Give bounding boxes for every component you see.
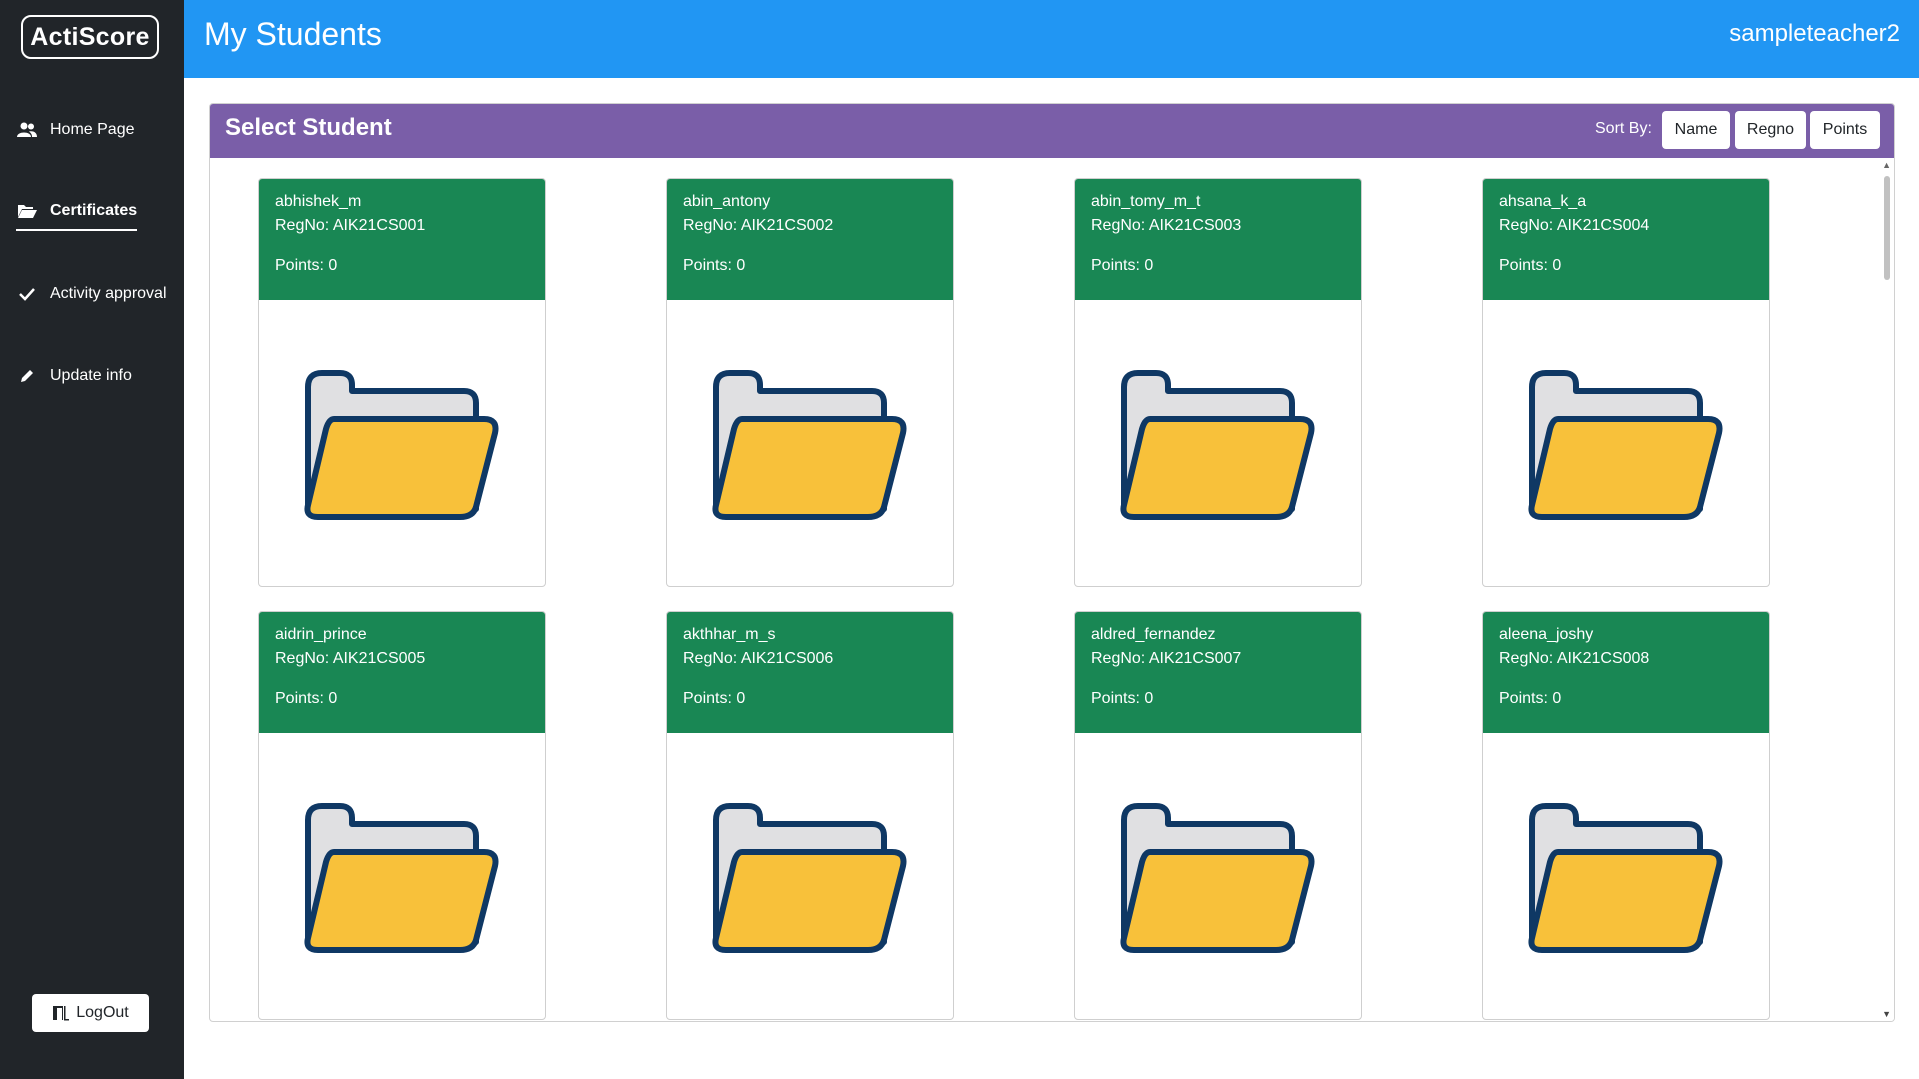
student-card-header: aleena_joshy RegNo: AIK21CS008 Points: 0 (1483, 612, 1769, 733)
sidebar-item-update-info[interactable]: Update info (16, 366, 132, 386)
logout-label: LogOut (76, 1004, 129, 1021)
sort-regno-button[interactable]: Regno (1735, 111, 1806, 149)
student-regno: RegNo: AIK21CS006 (683, 650, 834, 667)
student-card-header: abhishek_m RegNo: AIK21CS001 Points: 0 (259, 179, 545, 300)
student-regno: RegNo: AIK21CS002 (683, 217, 834, 234)
student-regno: RegNo: AIK21CS005 (275, 650, 426, 667)
student-points: Points: 0 (683, 257, 746, 274)
folder-open-icon (16, 201, 38, 221)
student-card-header: akthhar_m_s RegNo: AIK21CS006 Points: 0 (667, 612, 953, 733)
check-icon (16, 284, 38, 304)
scroll-up-arrow-icon[interactable]: ▲ (1882, 160, 1891, 170)
sidebar-item-label: Activity approval (50, 285, 167, 302)
student-regno: RegNo: AIK21CS008 (1499, 650, 1650, 667)
student-name: aldred_fernandez (1091, 626, 1216, 643)
student-name: akthhar_m_s (683, 626, 776, 643)
student-card-header: abin_antony RegNo: AIK21CS002 Points: 0 (667, 179, 953, 300)
app-logo: ActiScore (21, 15, 159, 59)
student-card[interactable]: abin_antony RegNo: AIK21CS002 Points: 0 (666, 178, 954, 587)
student-points: Points: 0 (683, 690, 746, 707)
student-name: aidrin_prince (275, 626, 367, 643)
student-name: aleena_joshy (1499, 626, 1594, 643)
student-card[interactable]: abhishek_m RegNo: AIK21CS001 Points: 0 (258, 178, 546, 587)
student-name: ahsana_k_a (1499, 193, 1587, 210)
sidebar-item-label: Update info (50, 367, 132, 384)
student-card-header: ahsana_k_a RegNo: AIK21CS004 Points: 0 (1483, 179, 1769, 300)
student-card-header: aldred_fernandez RegNo: AIK21CS007 Point… (1075, 612, 1361, 733)
sidebar-item-home[interactable]: Home Page (16, 120, 135, 140)
student-card-header: aidrin_prince RegNo: AIK21CS005 Points: … (259, 612, 545, 733)
select-student-panel: Select Student Sort By: Name Regno Point… (209, 103, 1895, 1022)
sort-name-button[interactable]: Name (1662, 111, 1730, 149)
page-title: My Students (204, 16, 382, 52)
folder-icon (712, 803, 907, 953)
folder-icon (304, 370, 499, 520)
panel-title: Select Student (225, 114, 392, 141)
student-card[interactable]: aldred_fernandez RegNo: AIK21CS007 Point… (1074, 611, 1362, 1020)
student-card[interactable]: aidrin_prince RegNo: AIK21CS005 Points: … (258, 611, 546, 1020)
sidebar: ActiScore Home Page Certificates Activit… (0, 0, 184, 1079)
student-points: Points: 0 (275, 690, 338, 707)
student-points: Points: 0 (1091, 690, 1154, 707)
student-regno: RegNo: AIK21CS003 (1091, 217, 1242, 234)
folder-icon (1120, 803, 1315, 953)
student-regno: RegNo: AIK21CS001 (275, 217, 426, 234)
sidebar-item-certificates[interactable]: Certificates (16, 201, 138, 231)
student-name: abhishek_m (275, 193, 362, 210)
student-points: Points: 0 (1499, 257, 1562, 274)
sidebar-item-activity-approval[interactable]: Activity approval (16, 284, 167, 304)
folder-icon (1528, 803, 1723, 953)
top-bar: My Students sampleteacher2 (184, 0, 1919, 78)
student-grid: abhishek_m RegNo: AIK21CS001 Points: 0 a… (210, 158, 1894, 1021)
panel-header: Select Student Sort By: Name Regno Point… (210, 104, 1894, 158)
sidebar-item-label: Home Page (50, 121, 135, 138)
student-regno: RegNo: AIK21CS004 (1499, 217, 1650, 234)
folder-icon (1528, 370, 1723, 520)
users-icon (16, 120, 38, 140)
student-points: Points: 0 (1499, 690, 1562, 707)
student-points: Points: 0 (275, 257, 338, 274)
student-regno: RegNo: AIK21CS007 (1091, 650, 1242, 667)
scroll-thumb[interactable] (1884, 176, 1890, 280)
student-card[interactable]: aleena_joshy RegNo: AIK21CS008 Points: 0 (1482, 611, 1770, 1020)
folder-icon (712, 370, 907, 520)
sort-label: Sort By: (1595, 120, 1652, 137)
student-card-header: abin_tomy_m_t RegNo: AIK21CS003 Points: … (1075, 179, 1361, 300)
door-icon (52, 1005, 70, 1021)
student-points: Points: 0 (1091, 257, 1154, 274)
scrollbar[interactable]: ▲ ▼ (1880, 158, 1894, 1021)
student-name: abin_antony (683, 193, 771, 210)
folder-icon (1120, 370, 1315, 520)
student-name: abin_tomy_m_t (1091, 193, 1201, 210)
username: sampleteacher2 (1729, 20, 1900, 47)
logout-button[interactable]: LogOut (32, 994, 149, 1032)
sort-points-button[interactable]: Points (1810, 111, 1880, 149)
student-card[interactable]: ahsana_k_a RegNo: AIK21CS004 Points: 0 (1482, 178, 1770, 587)
sidebar-item-label: Certificates (50, 202, 138, 219)
student-card[interactable]: akthhar_m_s RegNo: AIK21CS006 Points: 0 (666, 611, 954, 1020)
scroll-down-arrow-icon[interactable]: ▼ (1882, 1009, 1891, 1019)
student-card[interactable]: abin_tomy_m_t RegNo: AIK21CS003 Points: … (1074, 178, 1362, 587)
folder-icon (304, 803, 499, 953)
pencil-icon (16, 366, 38, 386)
